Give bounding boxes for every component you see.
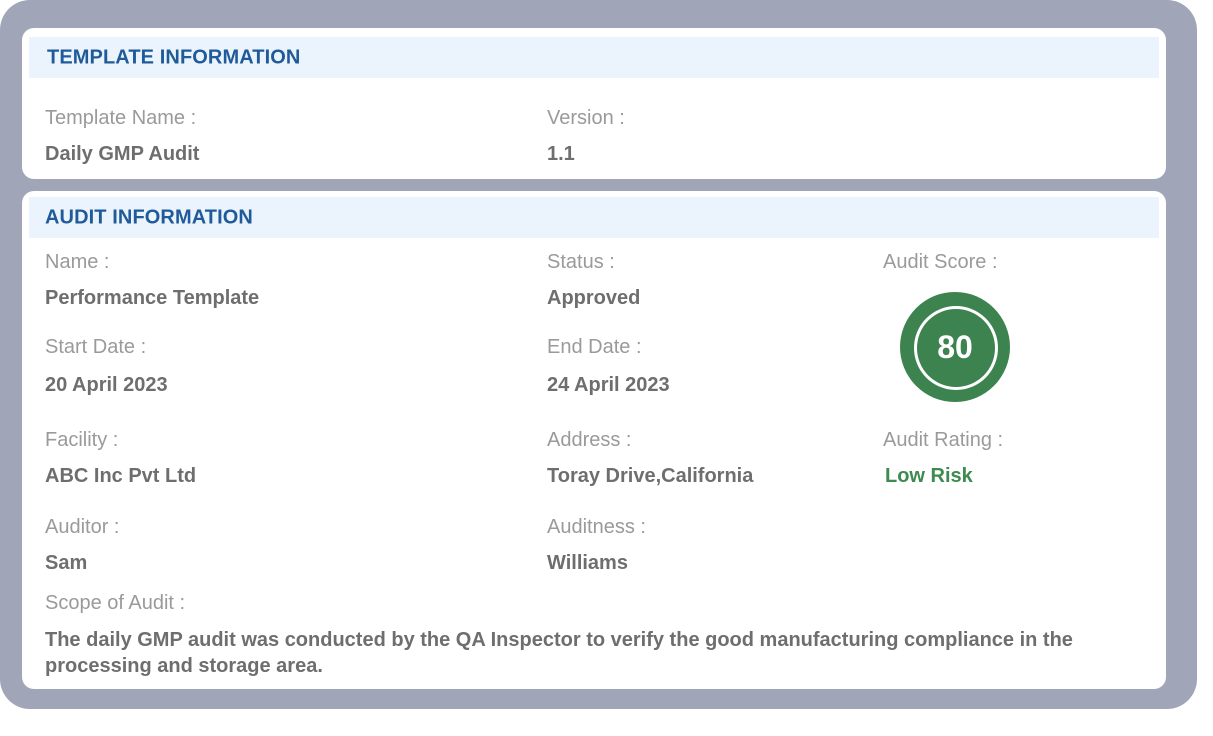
audit-score-badge: 80 [900,292,1010,402]
template-name-label: Template Name : [45,107,197,129]
scope-of-audit-value: The daily GMP audit was conducted by the… [45,629,1073,677]
start-date-value: 20 April 2023 [45,374,168,396]
address-value: Toray Drive,California [547,465,754,487]
audit-information-card: AUDIT INFORMATION Name : Performance Tem… [22,191,1166,689]
audit-score-value: 80 [937,329,973,365]
audit-rating-value: Low Risk [885,465,973,487]
audit-rating-label: Audit Rating : [883,429,1004,451]
audit-information-header: AUDIT INFORMATION [29,197,1159,238]
template-information-header: TEMPLATE INFORMATION [29,37,1159,78]
outer-frame: TEMPLATE INFORMATION Template Name : Dai… [0,0,1197,709]
status-value: Approved [547,287,641,309]
facility-label: Facility : [45,429,119,451]
audit-information-title: AUDIT INFORMATION [45,206,253,228]
start-date-label: Start Date : [45,336,147,358]
facility-value: ABC Inc Pvt Ltd [45,465,197,487]
template-information-card: TEMPLATE INFORMATION Template Name : Dai… [22,28,1166,179]
auditness-label: Auditness : [547,516,646,538]
template-information-title: TEMPLATE INFORMATION [47,46,301,68]
version-value: 1.1 [547,143,575,165]
audit-score-label: Audit Score : [883,251,998,273]
name-label: Name : [45,251,110,273]
version-label: Version : [547,107,625,129]
end-date-value: 24 April 2023 [547,374,670,396]
status-label: Status : [547,251,615,273]
auditor-value: Sam [45,552,88,574]
address-label: Address : [547,429,632,451]
template-name-value: Daily GMP Audit [45,143,200,165]
scope-of-audit-label: Scope of Audit : [45,592,186,614]
auditness-value: Williams [547,552,628,574]
auditor-label: Auditor : [45,516,120,538]
name-value: Performance Template [45,287,260,309]
end-date-label: End Date : [547,336,642,358]
